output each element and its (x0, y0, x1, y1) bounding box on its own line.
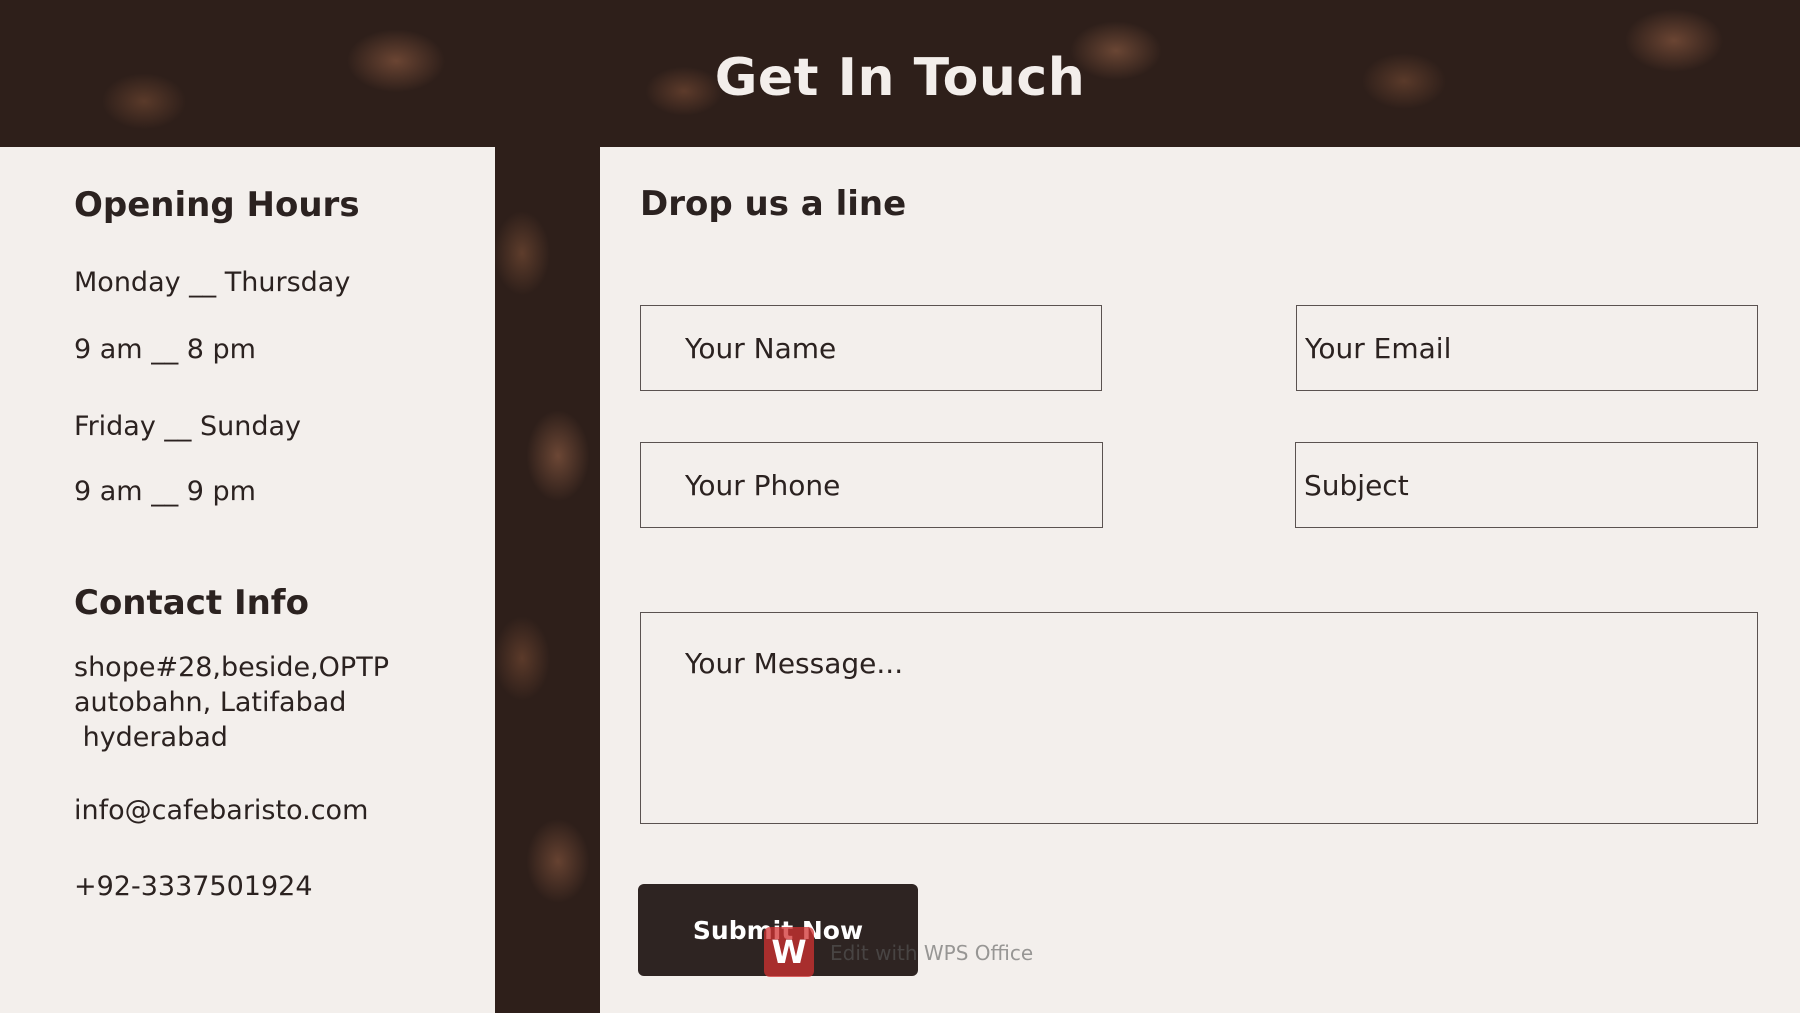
opening-hours-heading: Opening Hours (74, 185, 360, 225)
message-field[interactable] (640, 612, 1758, 824)
hours-time-weekend: 9 am __ 9 pm (74, 476, 256, 507)
phone-field[interactable] (640, 442, 1103, 528)
wps-watermark-text: Edit with WPS Office (830, 941, 1034, 965)
info-panel: Opening Hours Monday __ Thursday 9 am __… (0, 147, 495, 1013)
name-field[interactable] (640, 305, 1102, 391)
contact-phone: +92-3337501924 (74, 871, 313, 902)
contact-page: Get In Touch Opening Hours Monday __ Thu… (0, 0, 1800, 1013)
address-line-1: shope#28,beside,OPTP (74, 652, 389, 683)
contact-info-heading: Contact Info (74, 583, 309, 623)
email-field[interactable] (1296, 305, 1758, 391)
wps-office-icon: W (764, 927, 814, 977)
subject-field[interactable] (1295, 442, 1758, 528)
hours-days-weekday: Monday __ Thursday (74, 267, 351, 298)
page-title: Get In Touch (714, 48, 1086, 108)
address-line-3: hyderabad (74, 722, 228, 753)
hours-time-weekday: 9 am __ 8 pm (74, 334, 256, 365)
contact-email: info@cafebaristo.com (74, 795, 369, 826)
form-heading: Drop us a line (640, 184, 907, 224)
hours-days-weekend: Friday __ Sunday (74, 411, 302, 442)
address-line-2: autobahn, Latifabad (74, 687, 347, 718)
